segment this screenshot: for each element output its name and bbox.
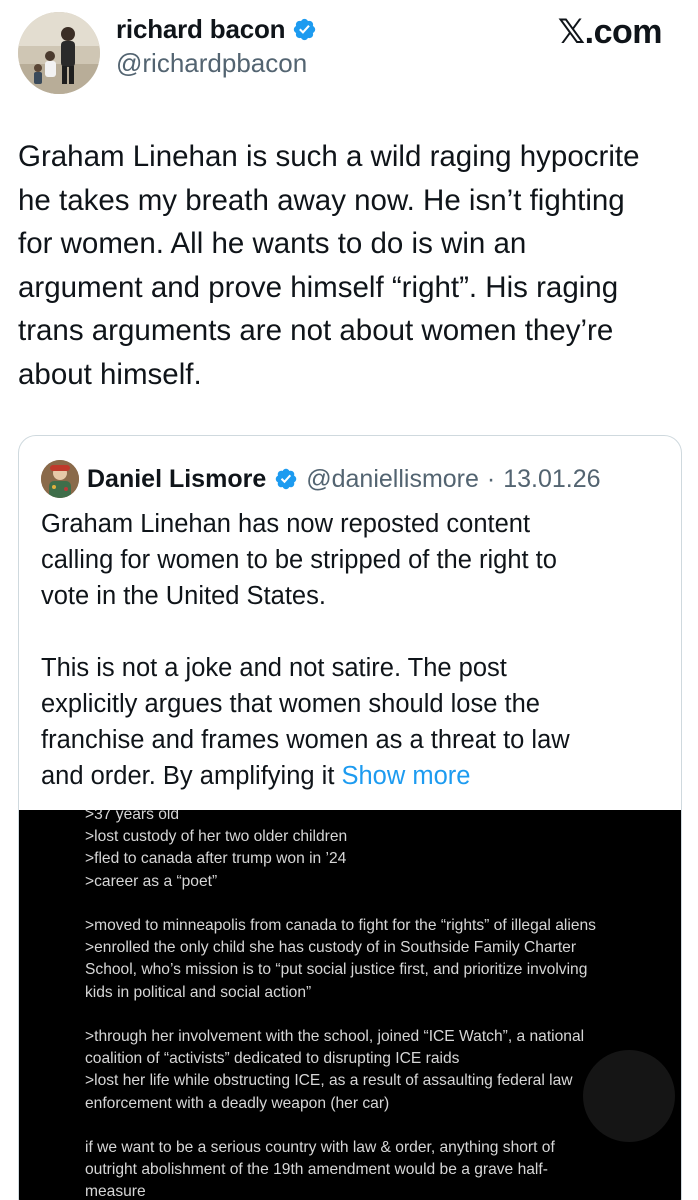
quoted-author-handle[interactable]: @daniellismore: [306, 465, 479, 494]
tweet-header: richard bacon @richardpbacon 𝕏.com: [0, 0, 698, 110]
verified-badge-icon: [275, 468, 297, 490]
avatar-photo-icon: [18, 12, 100, 94]
avatar-photo-icon: [41, 460, 79, 498]
verified-badge-icon: [294, 18, 316, 41]
author-avatar[interactable]: [18, 12, 100, 94]
quoted-author-name[interactable]: Daniel Lismore: [87, 465, 266, 494]
media-screenshot-text: >37 years old >lost custody of her two o…: [85, 810, 596, 1200]
quoted-tweet-body: Graham Linehan has now reposted content …: [41, 510, 570, 790]
x-logo: 𝕏.com: [557, 13, 663, 51]
quoted-tweet-date[interactable]: 13.01.26: [503, 465, 600, 494]
quoted-tweet-header: Daniel Lismore @daniellismore · 13.01.26: [41, 460, 601, 498]
author-name-row: richard bacon: [116, 14, 317, 45]
quoted-tweet[interactable]: Daniel Lismore @daniellismore · 13.01.26…: [18, 435, 682, 1200]
media-overlay-circle: [583, 1050, 675, 1142]
quoted-author-avatar[interactable]: [41, 460, 79, 498]
tweet-text: Graham Linehan is such a wild raging hyp…: [18, 140, 640, 391]
quoted-tweet-text: Graham Linehan has now reposted content …: [41, 506, 661, 794]
quoted-tweet-media[interactable]: >37 years old >lost custody of her two o…: [19, 810, 681, 1200]
meta-separator: ·: [486, 464, 496, 493]
author-handle[interactable]: @richardpbacon: [116, 48, 307, 79]
author-name[interactable]: richard bacon: [116, 14, 286, 45]
show-more-link[interactable]: Show more: [341, 762, 470, 790]
